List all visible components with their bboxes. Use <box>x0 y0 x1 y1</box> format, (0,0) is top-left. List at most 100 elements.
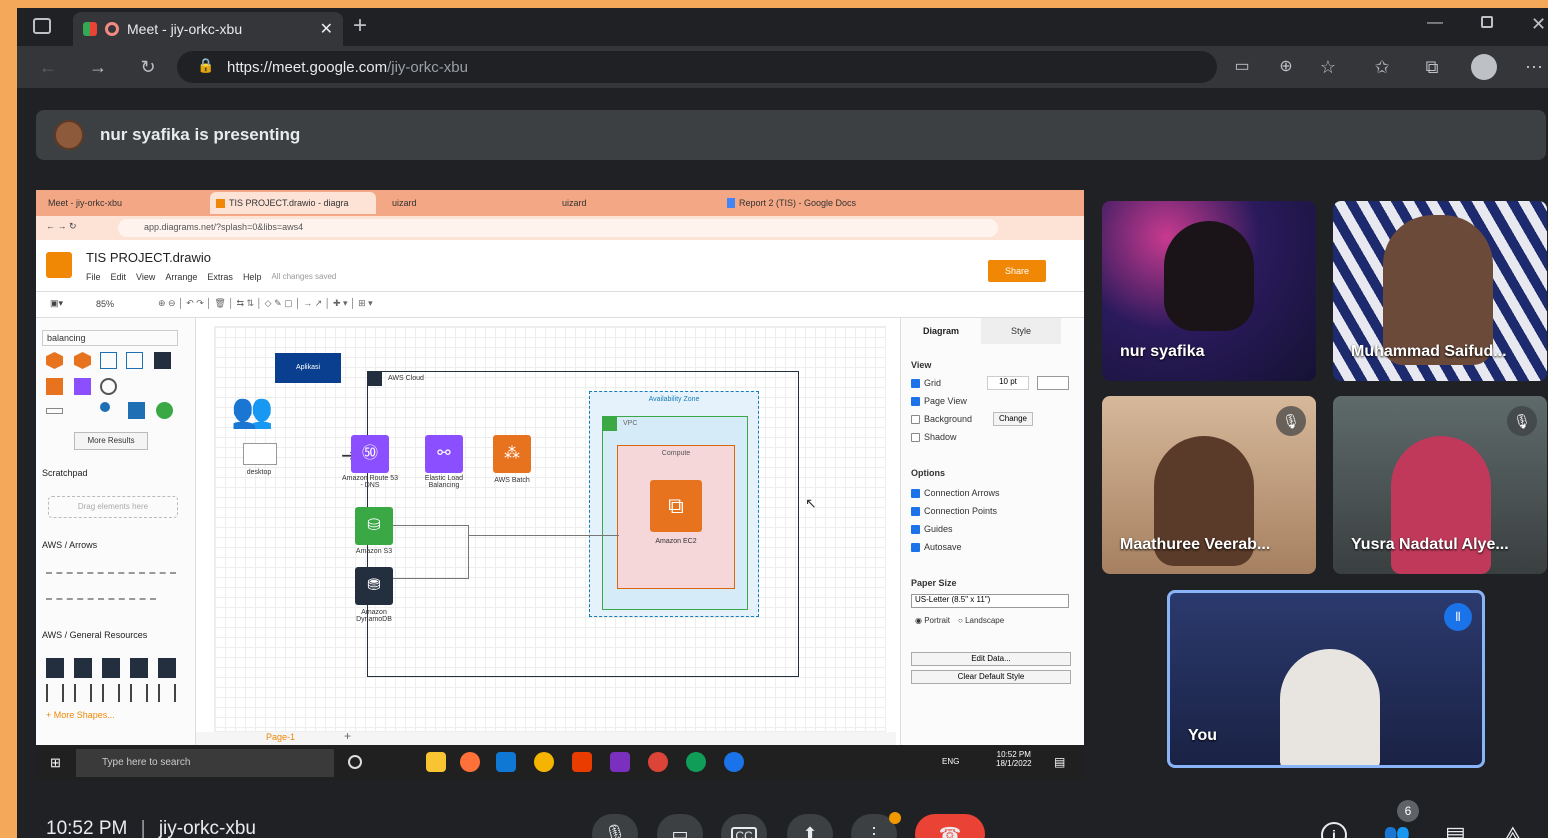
s3-icon[interactable]: ⛁ <box>355 507 393 545</box>
minimize-icon[interactable]: — <box>1427 14 1443 32</box>
general-shapes-row[interactable] <box>46 684 181 702</box>
option-connection-arrows[interactable]: Connection Arrows <box>911 488 1000 498</box>
shape-icon[interactable] <box>74 352 91 369</box>
grid-color-picker[interactable] <box>1037 376 1069 390</box>
file-title[interactable]: TIS PROJECT.drawio <box>86 250 211 265</box>
change-background-button[interactable]: Change <box>993 412 1033 426</box>
menu-file[interactable]: File <box>86 272 101 282</box>
option-connection-points[interactable]: Connection Points <box>911 506 997 516</box>
shape-icon[interactable] <box>100 352 117 369</box>
connector-line[interactable] <box>393 525 469 579</box>
shape-icon[interactable] <box>100 402 110 412</box>
people-icon[interactable]: 👥 <box>1383 822 1410 838</box>
shape-icon[interactable] <box>128 402 145 419</box>
portrait-radio[interactable]: ◉ Portrait <box>915 616 950 625</box>
diagram-canvas[interactable]: Aplikasi AWS Cloud Availability Zone VPC… <box>214 326 886 732</box>
menu-edit[interactable]: Edit <box>111 272 127 282</box>
inner-tab-1[interactable]: Meet - jiy-orkc-xbu <box>42 192 202 214</box>
participant-tile[interactable]: 🎙 Yusra Nadatul Alye... <box>1333 396 1547 574</box>
new-tab-icon[interactable]: + <box>353 12 367 40</box>
inner-tab-2[interactable]: TIS PROJECT.drawio - diagra <box>210 192 376 214</box>
menu-help[interactable]: Help <box>243 272 262 282</box>
shape-icon[interactable] <box>126 352 143 369</box>
menu-arrange[interactable]: Arrange <box>165 272 197 282</box>
availability-zone[interactable]: Availability Zone VPC Compute ⧉ Amazon E… <box>589 391 759 617</box>
clear-style-button[interactable]: Clear Default Style <box>911 670 1071 684</box>
diagram-tab[interactable]: Diagram <box>901 318 981 344</box>
taskbar-clock[interactable]: 10:52 PM 18/1/2022 <box>996 750 1032 768</box>
captions-button[interactable]: CC <box>721 814 767 838</box>
option-page-view[interactable]: Page View <box>911 396 967 406</box>
close-tab-icon[interactable]: ✕ <box>320 19 333 39</box>
inner-url-field[interactable]: app.diagrams.net/?splash=0&libs=aws4 <box>118 219 998 237</box>
share-button[interactable]: Share <box>988 260 1046 282</box>
participant-tile[interactable]: nur syafika <box>1102 201 1316 381</box>
url-field[interactable]: 🔒 https://meet.google.com/jiy-orkc-xbu <box>177 51 1217 83</box>
windows-start-icon[interactable]: ⊞ <box>50 755 61 771</box>
firefox-icon[interactable] <box>460 752 480 772</box>
zoom-icon[interactable]: ⊕ <box>1271 46 1301 88</box>
shape-icon[interactable] <box>154 352 171 369</box>
chrome-icon[interactable] <box>534 752 554 772</box>
section-aws-arrows[interactable]: AWS / Arrows <box>42 540 97 550</box>
explorer-icon[interactable] <box>426 752 446 772</box>
batch-icon[interactable]: ⁂ <box>493 435 531 473</box>
connector-line[interactable] <box>469 535 619 536</box>
shape-icon[interactable] <box>156 402 173 419</box>
arrow-shapes-row[interactable] <box>46 598 156 600</box>
paper-size-select[interactable]: US-Letter (8.5" x 11") <box>911 594 1069 608</box>
edge-icon[interactable] <box>724 752 744 772</box>
tab-meet[interactable]: Meet - jiy-orkc-xbu ✕ <box>73 12 343 46</box>
participant-tile[interactable]: 🎙 Maathuree Veerab... <box>1102 396 1316 574</box>
section-aws-general[interactable]: AWS / General Resources <box>42 630 147 640</box>
option-guides[interactable]: Guides <box>911 524 953 534</box>
vpc-group[interactable]: VPC Compute ⧉ Amazon EC2 <box>602 416 748 610</box>
scratchpad-heading[interactable]: Scratchpad <box>42 468 88 478</box>
leave-call-button[interactable]: ☎ <box>915 814 985 838</box>
meeting-details-icon[interactable]: i <box>1321 822 1347 838</box>
shape-search-input[interactable]: balancing <box>42 330 178 346</box>
camera-icon[interactable]: ▭ <box>1227 46 1257 88</box>
restore-icon[interactable] <box>1481 16 1493 28</box>
shape-icon[interactable] <box>46 378 63 395</box>
more-results-button[interactable]: More Results <box>74 432 148 450</box>
route53-icon[interactable]: ㊿ <box>351 435 389 473</box>
option-grid[interactable]: Grid <box>911 378 941 388</box>
inner-tab-3[interactable]: uizard <box>386 192 546 214</box>
notifications-icon[interactable]: ▤ <box>1054 755 1065 769</box>
toolbar-icons[interactable]: ⊕ ⊖ │ ↶ ↷ │ 🗑 │ ⇆ ⇅ │ ◇ ✎ ▢ │ → ↗ │ ✚ ▾ … <box>158 298 373 309</box>
shape-icon[interactable] <box>100 378 117 395</box>
profile-icon[interactable] <box>1471 54 1497 80</box>
chrome-profile-icon[interactable] <box>648 752 668 772</box>
desktop-icon[interactable] <box>243 443 277 465</box>
self-view-tile[interactable]: ⦀ You <box>1167 590 1485 768</box>
picsart-icon[interactable] <box>610 752 630 772</box>
option-background[interactable]: Background <box>911 414 972 424</box>
favorites-icon[interactable]: ✩ <box>1367 46 1397 88</box>
mail-icon[interactable] <box>496 752 516 772</box>
option-shadow[interactable]: Shadow <box>911 432 957 442</box>
format-panel-icon[interactable]: ▣▾ <box>50 298 63 309</box>
cortana-icon[interactable] <box>348 755 362 769</box>
diagram-title-box[interactable]: Aplikasi <box>275 353 341 383</box>
forward-icon[interactable]: → <box>83 46 113 88</box>
option-autosave[interactable]: Autosave <box>911 542 962 552</box>
shape-icon[interactable] <box>46 352 63 369</box>
arrow-shapes-row[interactable] <box>46 572 176 574</box>
chrome-profile-2-icon[interactable] <box>686 752 706 772</box>
inner-tab-4[interactable]: uizard <box>556 192 716 214</box>
inner-nav-icon[interactable]: ← → ↻ <box>46 221 77 232</box>
dynamodb-icon[interactable]: ⛃ <box>355 567 393 605</box>
shape-icon[interactable] <box>74 378 91 395</box>
close-window-icon[interactable]: ✕ <box>1531 14 1546 35</box>
microphone-button[interactable]: 🎙 <box>592 814 638 838</box>
zoom-select[interactable]: 85% <box>96 299 114 309</box>
scratchpad-dropzone[interactable]: Drag elements here <box>48 496 178 518</box>
present-button[interactable]: ⬆ <box>787 814 833 838</box>
style-tab[interactable]: Style <box>981 318 1061 344</box>
chat-icon[interactable]: ▤ <box>1445 822 1466 838</box>
ec2-icon[interactable]: ⧉ <box>650 480 702 532</box>
compute-group[interactable]: Compute ⧉ Amazon EC2 <box>617 445 735 589</box>
more-icon[interactable]: ⋯ <box>1519 46 1548 88</box>
add-page-icon[interactable]: + <box>344 729 351 743</box>
